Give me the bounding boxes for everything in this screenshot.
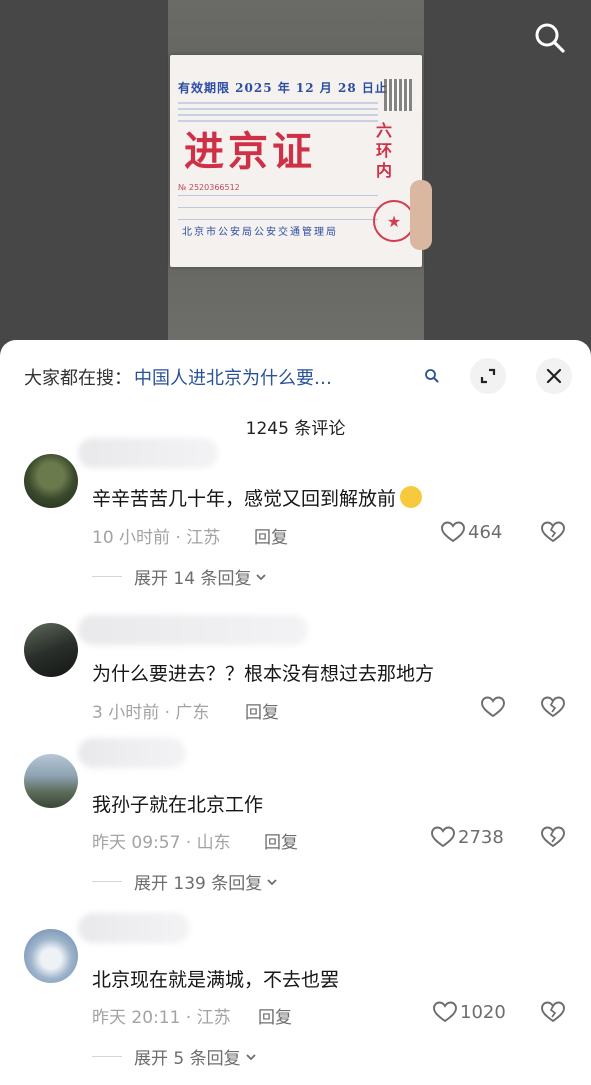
comment-text: 我孙子就在北京工作 [92, 794, 264, 816]
comment-count: 1245 条评论 [245, 419, 346, 439]
dislike-button[interactable] [540, 1000, 566, 1026]
like-button[interactable]: 464 [440, 520, 502, 544]
permit-number: № 2520366512 [178, 183, 240, 192]
comments-sheet: 大家都在搜： 中国人进北京为什么要… 1245 条评论 辛辛苦苦几十年，感觉又回… [0, 340, 591, 1085]
comment-text-body: 辛辛苦苦几十年，感觉又回到解放前 [92, 488, 397, 510]
reply-button[interactable]: 回复 [245, 698, 279, 723]
broken-heart-icon [541, 696, 565, 718]
broken-heart-icon [541, 1001, 565, 1023]
dislike-button[interactable] [540, 825, 566, 851]
expand-replies-label: 展开 139 条回复 [134, 874, 263, 894]
broken-heart-icon [541, 826, 565, 848]
comment-meta: 昨天 20:11 · 江苏 [92, 1008, 231, 1028]
permit-validity: 有效期限 2025 年 12 月 28 日止 [178, 81, 388, 95]
seal-stamp-icon: ★ [373, 200, 415, 242]
expand-replies-button[interactable]: 展开 139 条回复 [92, 869, 279, 894]
avatar[interactable] [24, 754, 78, 808]
expand-replies-label: 展开 5 条回复 [134, 1049, 241, 1069]
chevron-down-icon [245, 1053, 256, 1060]
like-count: 464 [468, 521, 503, 543]
username-blurred[interactable] [78, 913, 190, 943]
like-button[interactable]: 2738 [430, 825, 504, 849]
username-blurred[interactable] [78, 615, 308, 645]
trending-search-prefix: 大家都在搜： [24, 368, 132, 389]
qr-code-icon [384, 79, 412, 111]
expand-replies-button[interactable]: 展开 5 条回复 [92, 1044, 258, 1069]
avatar[interactable] [24, 929, 78, 983]
hand-image [410, 180, 432, 250]
heart-icon [433, 1001, 457, 1023]
laughing-crying-emoji-icon [400, 486, 423, 508]
trending-search[interactable]: 大家都在搜： 中国人进北京为什么要… [24, 362, 332, 392]
like-count: 2738 [458, 826, 504, 848]
video-player[interactable]: 有效期限 2025 年 12 月 28 日止 进京证 六环内 № 2520366… [0, 0, 591, 360]
heart-icon [431, 826, 455, 848]
avatar[interactable] [24, 454, 78, 508]
comment-meta: 3 小时前 · 广东 [92, 703, 210, 723]
divider-line [92, 576, 122, 577]
like-count: 1020 [460, 1001, 506, 1023]
permit-form-rows [178, 195, 378, 221]
dislike-button[interactable] [540, 695, 566, 721]
username-blurred[interactable] [78, 438, 218, 468]
expand-replies-label: 展开 14 条回复 [134, 569, 252, 589]
comment-meta: 昨天 09:57 · 山东 [92, 833, 231, 853]
comment-text: 为什么要进去？？根本没有想过去那地方 [92, 663, 435, 685]
search-small-icon[interactable] [423, 367, 441, 385]
expand-icon[interactable] [470, 358, 506, 394]
chevron-down-icon [267, 878, 277, 885]
divider-line [92, 881, 122, 882]
like-button[interactable] [480, 695, 508, 719]
close-icon[interactable] [536, 358, 572, 394]
reply-button[interactable]: 回复 [264, 828, 298, 853]
comment-meta: 10 小时前 · 江苏 [92, 528, 221, 548]
broken-heart-icon [541, 521, 565, 543]
comment-text: 辛辛苦苦几十年，感觉又回到解放前 [92, 484, 423, 511]
trending-search-link[interactable]: 中国人进北京为什么要… [134, 364, 332, 390]
reply-button[interactable]: 回复 [254, 523, 288, 548]
heart-icon [481, 696, 505, 718]
reply-button[interactable]: 回复 [258, 1003, 292, 1028]
search-icon[interactable] [530, 18, 570, 58]
dislike-button[interactable] [540, 520, 566, 546]
username-blurred[interactable] [78, 738, 186, 768]
permit-title: 进京证 [184, 128, 316, 175]
permit-image: 有效期限 2025 年 12 月 28 日止 进京证 六环内 № 2520366… [170, 55, 422, 267]
divider-line [92, 1056, 122, 1057]
heart-icon [441, 521, 465, 543]
like-button[interactable]: 1020 [432, 1000, 506, 1024]
permit-zone: 六环内 [375, 121, 392, 180]
expand-replies-button[interactable]: 展开 14 条回复 [92, 564, 268, 589]
comment-text: 北京现在就是满城，不去也罢 [92, 969, 340, 991]
chevron-down-icon [256, 573, 267, 580]
permit-issuer: 北京市公安局公安交通管理局 [182, 227, 338, 238]
avatar[interactable] [24, 623, 78, 677]
